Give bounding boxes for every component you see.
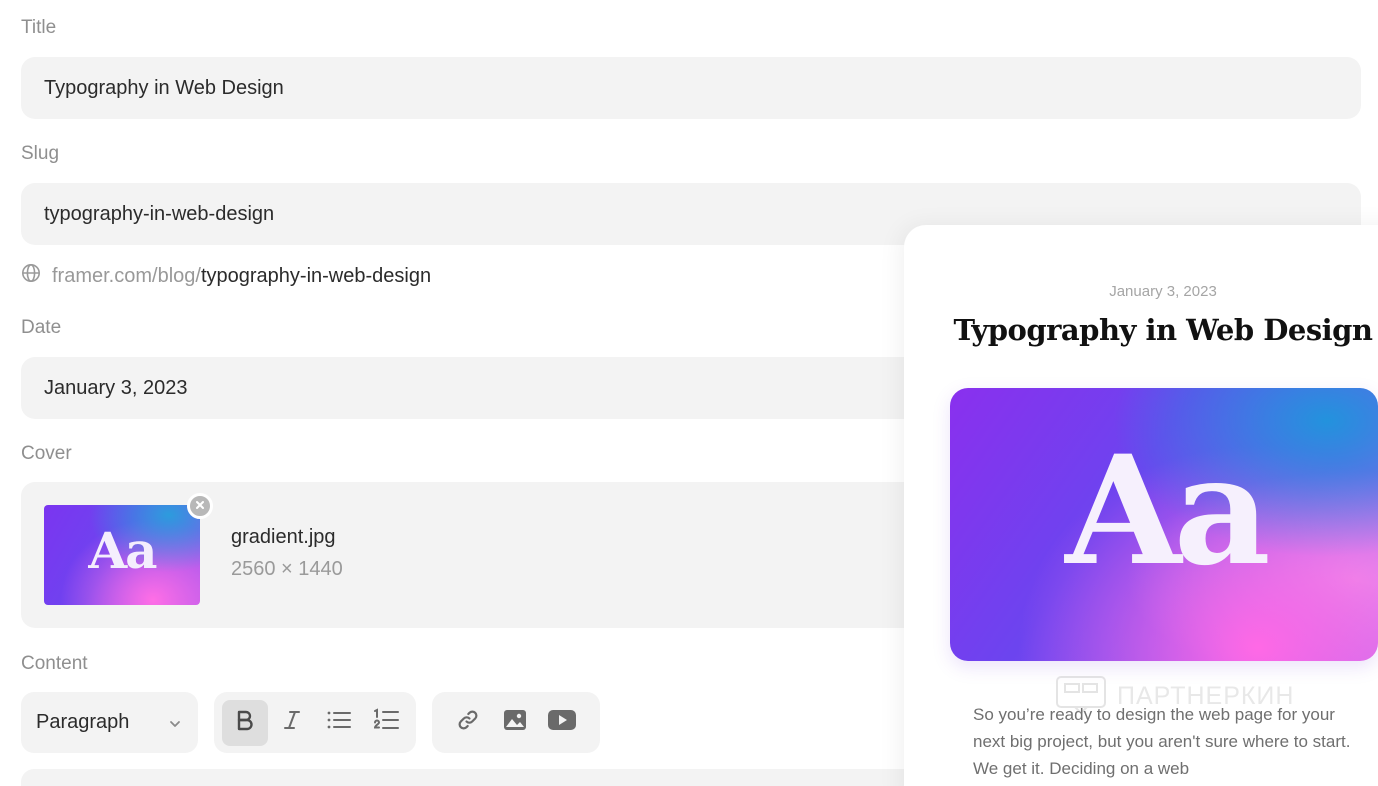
watermark: ПАРТНЕРКИН [1055, 674, 1295, 719]
numbered-list-icon [373, 708, 399, 737]
watermark-logo-icon [1055, 674, 1107, 719]
video-button[interactable] [539, 700, 585, 746]
link-icon [457, 709, 479, 736]
format-toolbar [214, 692, 416, 753]
block-type-value: Paragraph [36, 711, 130, 733]
date-label: Date [21, 317, 62, 338]
preview-cover-text: Aa [1065, 423, 1271, 599]
bold-button[interactable] [222, 699, 268, 746]
link-button[interactable] [445, 700, 491, 746]
url-slug: typography-in-web-design [200, 264, 432, 287]
preview-cover-image: Aa [950, 388, 1378, 661]
bulleted-list-button[interactable] [316, 700, 362, 746]
cover-label: Cover [21, 443, 72, 464]
url-preview: framer.com/blog/typography-in-web-design [21, 262, 431, 290]
preview-date: January 3, 2023 [1109, 283, 1217, 300]
preview-title: Typography in Web Design [953, 313, 1373, 347]
italic-icon [281, 709, 303, 736]
image-icon [503, 709, 527, 736]
block-type-select[interactable]: Paragraph [21, 692, 198, 753]
cover-file-name: gradient.jpg [231, 526, 336, 548]
slug-label: Slug [21, 143, 60, 164]
image-button[interactable] [492, 700, 538, 746]
bulleted-list-icon [326, 709, 352, 736]
italic-button[interactable] [269, 700, 315, 746]
cover-thumbnail-text: Aa [88, 521, 157, 580]
cover-file-size: 2560 × 1440 [231, 558, 343, 580]
remove-cover-button[interactable] [187, 493, 213, 519]
insert-toolbar [432, 692, 600, 753]
content-label: Content [21, 653, 88, 674]
url-prefix: framer.com/blog/ [52, 264, 201, 287]
cover-thumbnail: Aa [44, 505, 200, 605]
globe-icon [21, 263, 41, 289]
title-label: Title [21, 17, 57, 38]
video-icon [548, 709, 576, 736]
chevron-down-icon [168, 714, 182, 737]
content-editor[interactable] [21, 769, 921, 786]
numbered-list-button[interactable] [363, 700, 409, 746]
close-icon [195, 497, 205, 515]
watermark-text: ПАРТНЕРКИН [1117, 681, 1295, 710]
bold-icon [234, 709, 256, 736]
title-input[interactable]: Typography in Web Design [21, 57, 1361, 119]
